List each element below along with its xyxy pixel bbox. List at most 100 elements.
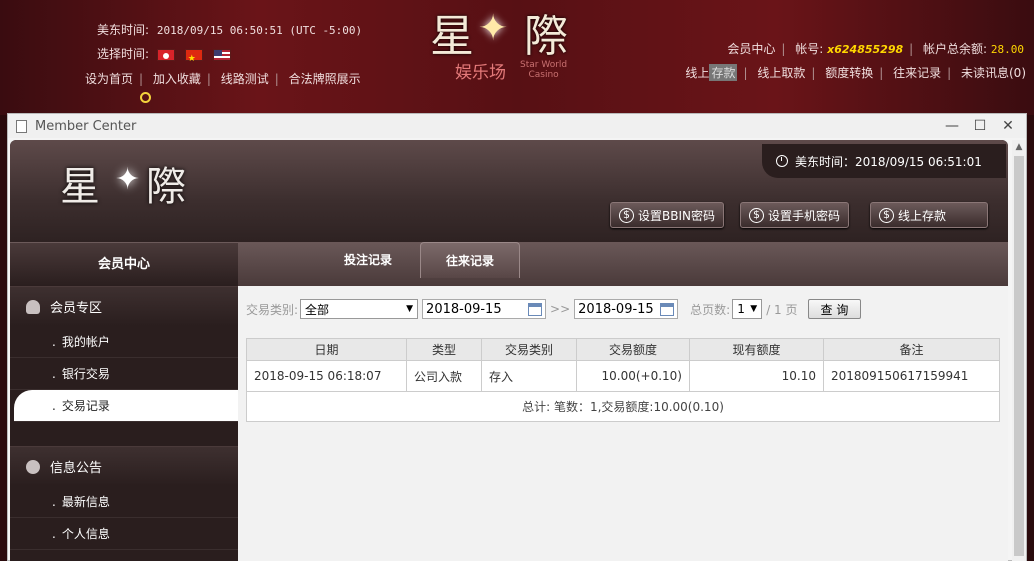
tab-bet-records-label: 投注记录 — [343, 253, 392, 267]
total-pages-value: / 1 页 — [766, 302, 798, 317]
cell-balance: 10.10 — [689, 360, 824, 392]
sidebar-item-transaction-records[interactable]: . 交易记录 — [14, 390, 238, 422]
filter-row: 交易类别: 全部 ▼ 2018-09-15 >> 2018-09-15 总页数: … — [246, 298, 1000, 320]
sidebar-title: 会员中心 — [97, 257, 150, 272]
vertical-scrollbar[interactable]: ▲ — [1012, 140, 1026, 561]
col-date: 日期 — [246, 338, 407, 361]
us-flag-icon[interactable] — [212, 48, 231, 61]
main-panel: 交易类别: 全部 ▼ 2018-09-15 >> 2018-09-15 总页数: … — [238, 286, 1008, 561]
cn-flag-icon[interactable]: ★ — [184, 48, 203, 64]
set-bbin-password-button[interactable]: $ 设置BBIN密码 — [610, 202, 724, 228]
total-pages-label: 总页数: — [690, 302, 731, 317]
language-label: 选择时间: — [97, 47, 150, 61]
record-tabs: 投注记录 往来记录 — [238, 242, 1008, 286]
sidebar-section-notices[interactable]: 信息公告 — [10, 446, 238, 486]
balance-value: 28.00 — [990, 43, 1024, 56]
chevron-down-icon: ▼ — [750, 304, 758, 314]
calendar-icon[interactable] — [660, 302, 675, 316]
tab-transaction-history[interactable]: 往来记录 — [420, 242, 520, 278]
transaction-table: 日期 类型 交易类别 交易额度 现有额度 备注 2018-09-15 06:18… — [246, 338, 1000, 422]
page-select[interactable]: 1 ▼ — [732, 299, 763, 319]
site-header: 美东时间: 2018/09/15 06:50:51 (UTC -5:00) 选择… — [0, 0, 1034, 115]
clock-icon — [776, 155, 788, 167]
balance-label: 帐户总余额: — [923, 42, 988, 56]
sidebar-item-bank-transaction[interactable]: . 银行交易 — [10, 358, 238, 390]
member-logo-star-icon: ✦ — [115, 162, 141, 197]
date-to-input[interactable]: 2018-09-15 — [574, 299, 679, 319]
user-icon — [26, 299, 40, 314]
date-range-separator: >> — [550, 302, 571, 316]
set-homepage-link[interactable]: 设为首页 — [85, 72, 133, 86]
minimize-icon[interactable]: — — [944, 118, 960, 134]
window-title: Member Center — [35, 118, 137, 134]
sidebar: 会员专区 . 我的帐户 . 银行交易 . 交易记录 信息公告 . 最新信息 . 个人信息 — [10, 286, 238, 561]
cursor-ring-icon — [140, 92, 151, 103]
sidebar-item-latest-news[interactable]: . 最新信息 — [10, 486, 238, 518]
col-amount: 交易额度 — [576, 338, 690, 361]
type-select[interactable]: 全部 ▼ — [300, 299, 419, 319]
maximize-icon[interactable]: ☐ — [972, 118, 988, 134]
member-center-window: Member Center — ☐ ✕ 星際 ✦ 美东时间：2018/09/15… — [7, 113, 1027, 561]
add-favorite-link[interactable]: 加入收藏 — [153, 72, 201, 86]
sidebar-section-notices-label: 信息公告 — [50, 461, 103, 476]
table-header-row: 日期 类型 交易类别 交易额度 现有额度 备注 — [246, 338, 1000, 361]
col-category: 交易类别 — [481, 338, 577, 361]
member-top-banner: 星際 ✦ 美东时间：2018/09/15 06:51:01 $ 设置BBIN密码… — [10, 140, 1008, 242]
date-from-value: 2018-09-15 — [426, 301, 502, 317]
sidebar-header: 会员中心 — [10, 242, 238, 286]
logo-star-icon: ✦ — [478, 8, 509, 49]
dollar-icon: $ — [619, 207, 634, 223]
site-logo[interactable]: 星際 — [430, 0, 590, 62]
logo-en-line1: Star World — [520, 60, 568, 70]
online-deposit-button[interactable]: $ 线上存款 — [870, 202, 988, 228]
sidebar-section-member[interactable]: 会员专区 — [10, 286, 238, 326]
dollar-icon: $ — [879, 207, 894, 223]
line-test-link[interactable]: 线路测试 — [221, 72, 269, 86]
member-content: 星際 ✦ 美东时间：2018/09/15 06:51:01 $ 设置BBIN密码… — [10, 140, 1008, 561]
date-from-input[interactable]: 2018-09-15 — [422, 299, 547, 319]
set-phone-password-button[interactable]: $ 设置手机密码 — [740, 202, 850, 228]
col-balance: 现有额度 — [689, 338, 824, 361]
sidebar-item-personal-info[interactable]: . 个人信息 — [10, 518, 238, 550]
page-select-value: 1 — [737, 302, 745, 316]
member-center-link[interactable]: 会员中心 — [727, 42, 775, 56]
account-value: x624855298 — [827, 43, 904, 56]
et-clock-label: 美东时间：2018/09/15 06:51:01 — [795, 154, 982, 169]
online-withdraw-link[interactable]: 线上取款 — [757, 66, 805, 80]
table-total: 总计: 笔数：1,交易额度:10.00(0.10) — [246, 391, 1000, 422]
document-icon — [16, 119, 27, 133]
unread-messages-link[interactable]: 未读讯息(0) — [961, 66, 1026, 80]
query-button[interactable]: 查 询 — [807, 299, 862, 319]
close-icon[interactable]: ✕ — [1000, 118, 1016, 134]
col-note: 备注 — [823, 338, 1000, 361]
date-to-value: 2018-09-15 — [578, 301, 654, 317]
tab-transaction-history-label: 往来记录 — [445, 254, 494, 268]
table-row: 2018-09-15 06:18:07 公司入款 存入 10.00(+0.10)… — [246, 360, 1000, 392]
scroll-up-icon[interactable]: ▲ — [1012, 140, 1026, 154]
online-deposit-tip: 存款 — [709, 64, 738, 81]
credit-transfer-link[interactable]: 额度转换 — [825, 66, 873, 80]
cell-note: 201809150617159941 — [823, 360, 1000, 392]
license-link[interactable]: 合法牌照展示 — [289, 72, 361, 86]
member-logo-char-2: 際 — [146, 164, 194, 210]
cell-amount: 10.00(+0.10) — [576, 360, 690, 392]
window-title-bar[interactable]: Member Center — ☐ ✕ — [8, 114, 1026, 138]
hk-flag-icon[interactable] — [156, 48, 175, 61]
scrollbar-thumb[interactable] — [1014, 156, 1024, 556]
sidebar-item-my-account[interactable]: . 我的帐户 — [10, 326, 238, 358]
dollar-icon: $ — [749, 207, 764, 223]
sidebar-item-label: 我的帐户 — [61, 335, 110, 349]
et-time-value: 2018/09/15 06:50:51 (UTC -5:00) — [156, 24, 363, 37]
sidebar-item-label: 个人信息 — [61, 527, 110, 541]
set-phone-password-label: 设置手机密码 — [768, 208, 841, 223]
tab-bet-records[interactable]: 投注记录 — [328, 242, 408, 278]
account-info: 会员中心 | 帐号: x624855298 | 帐户总余额: 28.00 — [727, 42, 1024, 56]
logo-english: Star World Casino — [520, 60, 567, 80]
sidebar-section-member-label: 会员专区 — [50, 301, 103, 316]
header-links: 设为首页 | 加入收藏 | 线路测试 | 合法牌照展示 — [85, 72, 361, 86]
sidebar-item-label: 交易记录 — [61, 399, 110, 413]
online-deposit-link[interactable]: 线上 存款 — [685, 64, 738, 81]
transaction-history-link[interactable]: 往来记录 — [893, 66, 941, 80]
member-logo-char-1: 星 — [60, 164, 108, 210]
calendar-icon[interactable] — [528, 302, 543, 316]
